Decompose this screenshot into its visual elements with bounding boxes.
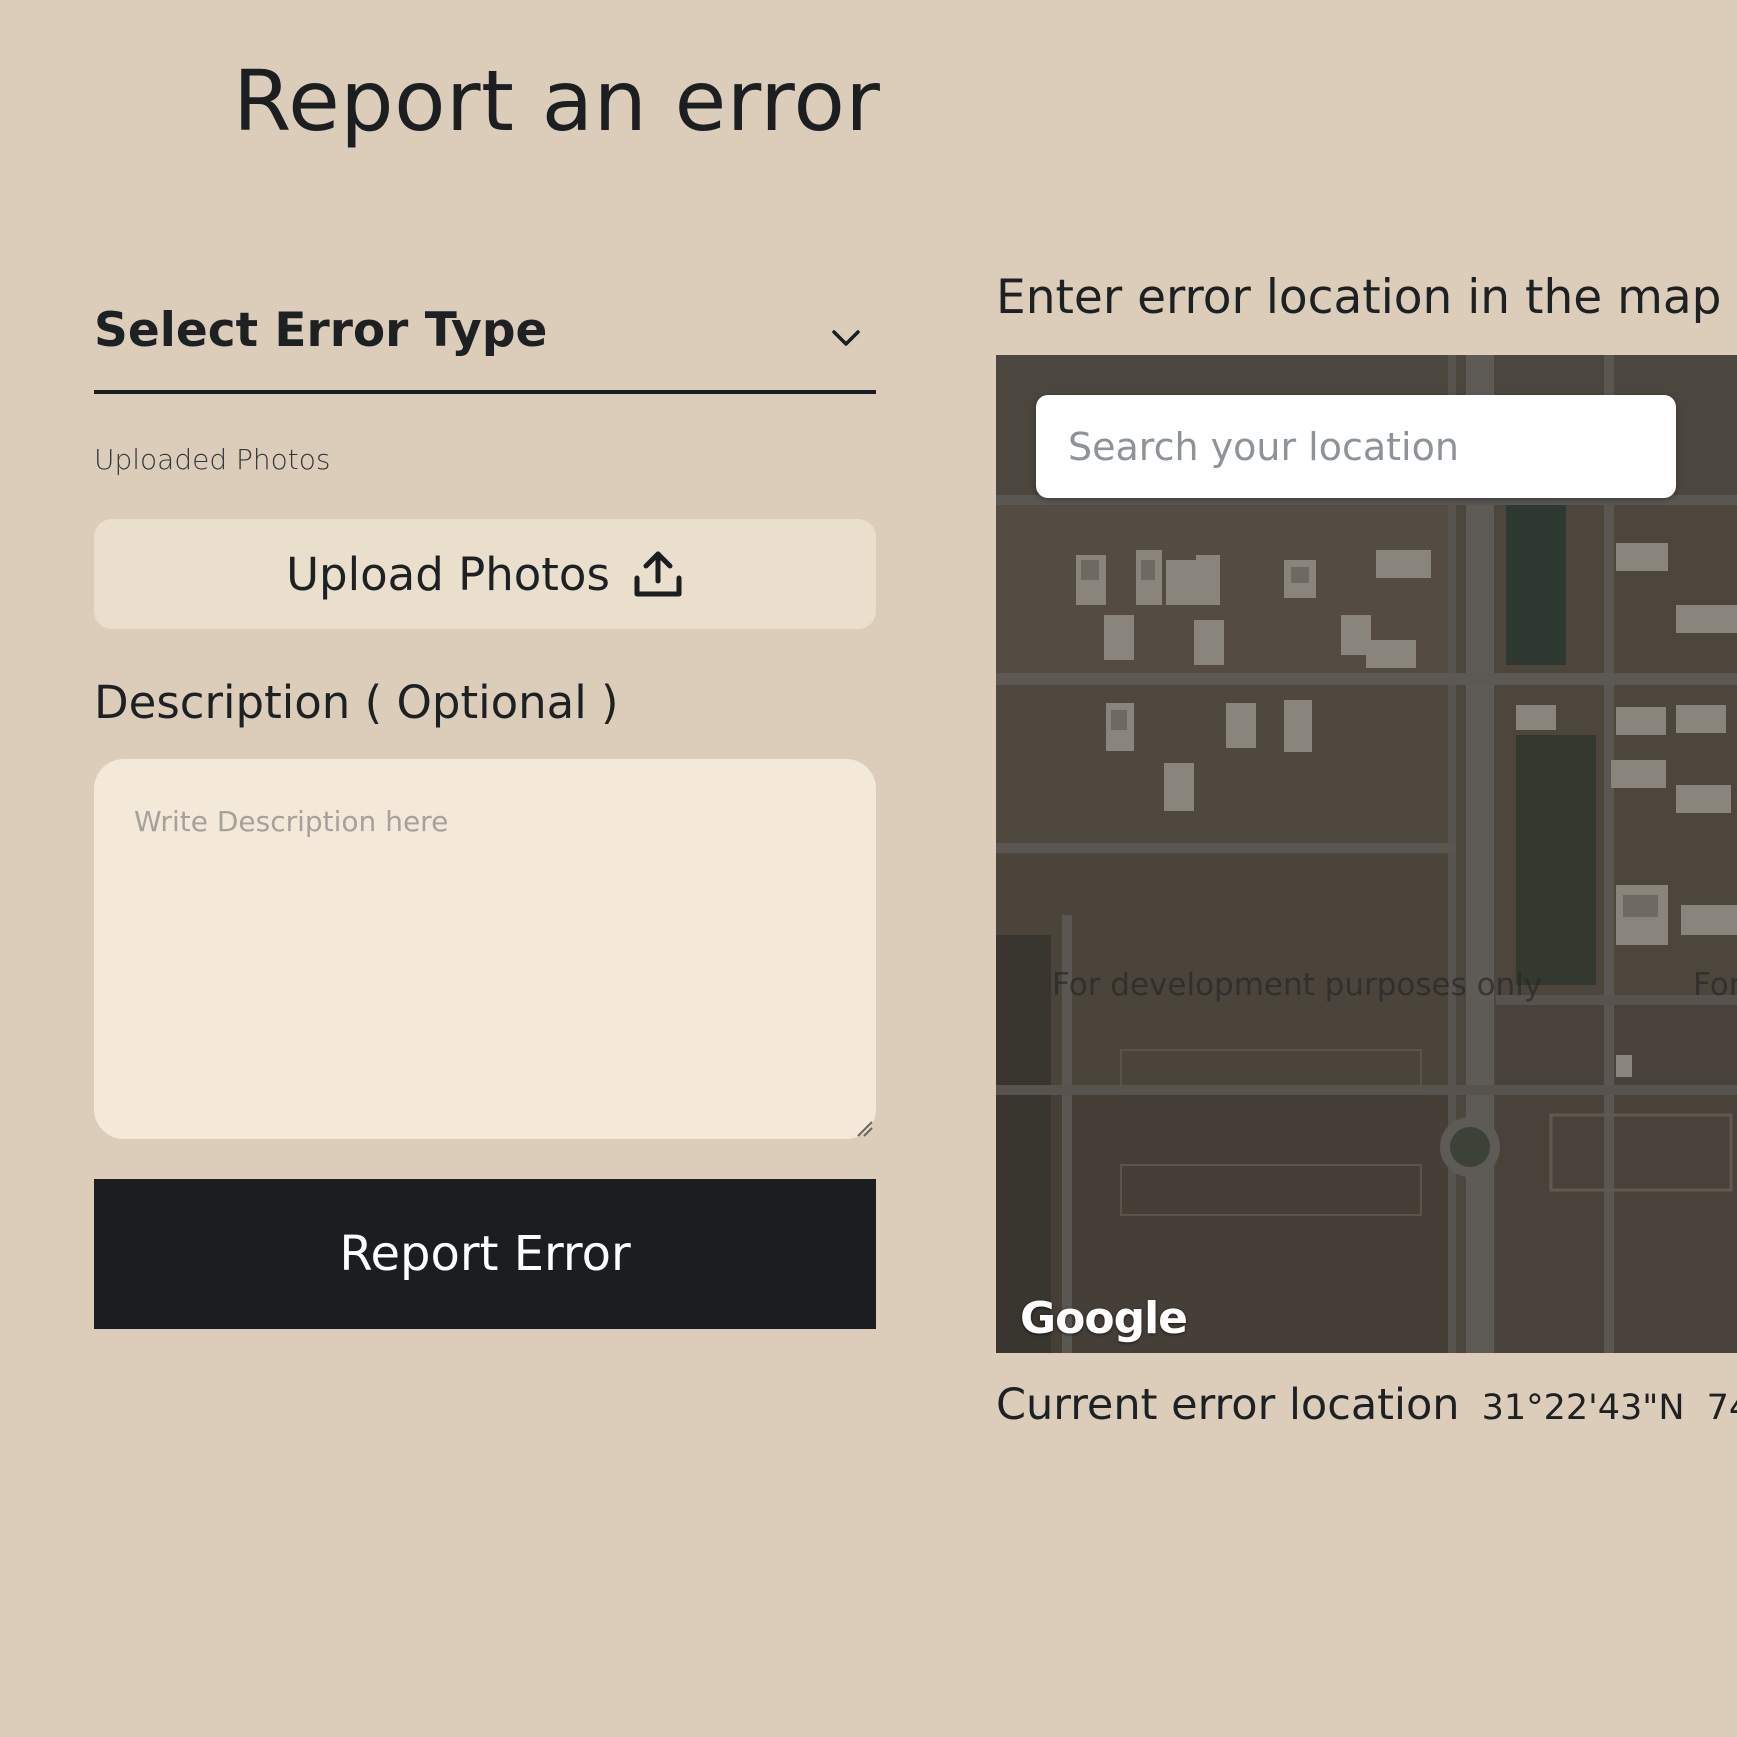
location-search-input[interactable] bbox=[1036, 395, 1676, 498]
upload-photos-button[interactable]: Upload Photos bbox=[94, 519, 876, 629]
upload-icon bbox=[634, 551, 682, 597]
dev-watermark: For development purposes only bbox=[1052, 967, 1543, 1003]
satellite-map-image bbox=[996, 355, 1737, 1353]
report-error-page: Report an error Select Error Type Upload… bbox=[0, 0, 1737, 1737]
map-view[interactable]: For development purposes only For Google bbox=[996, 355, 1737, 1353]
current-location-row: Current error location 31°22'43"N 74°9'4 bbox=[996, 1380, 1737, 1430]
latitude-value: 31°22'43"N bbox=[1481, 1388, 1685, 1428]
uploaded-photos-label: Uploaded Photos bbox=[94, 443, 331, 476]
resize-handle-icon[interactable] bbox=[854, 1118, 874, 1138]
error-type-select-label: Select Error Type bbox=[94, 303, 548, 358]
upload-photos-label: Upload Photos bbox=[286, 547, 610, 601]
description-textarea[interactable] bbox=[94, 759, 876, 1139]
current-location-label: Current error location bbox=[996, 1380, 1460, 1430]
chevron-down-icon bbox=[832, 330, 860, 346]
description-label: Description ( Optional ) bbox=[94, 676, 619, 729]
report-error-button[interactable]: Report Error bbox=[94, 1179, 876, 1329]
longitude-value: 74°9'4 bbox=[1706, 1388, 1737, 1428]
error-type-select[interactable]: Select Error Type bbox=[94, 296, 876, 394]
dev-watermark: For bbox=[1693, 967, 1737, 1003]
page-title: Report an error bbox=[233, 52, 881, 150]
map-instruction: Enter error location in the map b bbox=[996, 270, 1737, 325]
google-logo[interactable]: Google bbox=[1020, 1293, 1188, 1344]
